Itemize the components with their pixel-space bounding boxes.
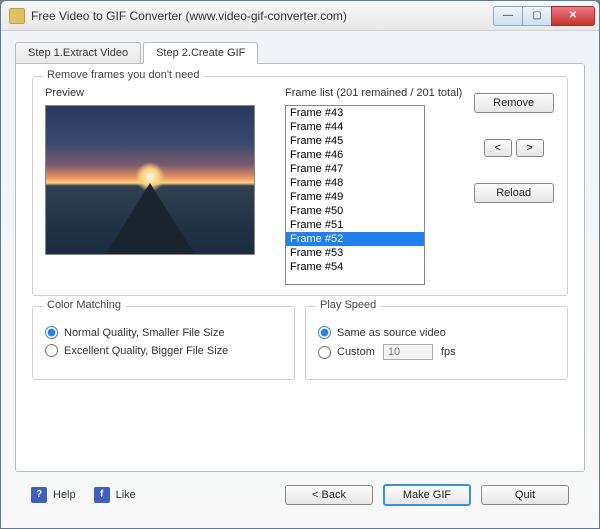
quit-button[interactable]: Quit (481, 485, 569, 505)
list-item[interactable]: Frame #45 (286, 134, 424, 148)
preview-label: Preview (45, 87, 265, 99)
like-link[interactable]: f Like (94, 487, 136, 503)
tab-extract-video[interactable]: Step 1.Extract Video (15, 42, 141, 64)
frames-group-label: Remove frames you don't need (43, 69, 204, 81)
app-icon (9, 8, 25, 24)
frames-group: Remove frames you don't need Preview Fra… (32, 76, 568, 296)
help-icon: ? (31, 487, 47, 503)
preview-column: Preview (45, 87, 265, 285)
like-label: Like (116, 489, 136, 501)
color-matching-label: Color Matching (43, 299, 125, 311)
prev-frame-button[interactable]: < (484, 139, 512, 157)
bottom-row: Color Matching Normal Quality, Smaller F… (32, 306, 568, 380)
fps-input[interactable] (383, 344, 433, 360)
radio-same-speed[interactable]: Same as source video (318, 326, 555, 339)
minimize-button[interactable]: — (493, 6, 523, 26)
make-gif-button[interactable]: Make GIF (383, 484, 471, 506)
maximize-button[interactable]: ▢ (522, 6, 552, 26)
list-item[interactable]: Frame #46 (286, 148, 424, 162)
frame-buttons: Remove < > Reload (472, 87, 555, 285)
app-window: Free Video to GIF Converter (www.video-g… (0, 0, 600, 529)
fps-unit: fps (441, 346, 456, 358)
radio-normal-quality[interactable]: Normal Quality, Smaller File Size (45, 326, 282, 339)
back-button[interactable]: < Back (285, 485, 373, 505)
list-item[interactable]: Frame #43 (286, 106, 424, 120)
titlebar[interactable]: Free Video to GIF Converter (www.video-g… (1, 1, 599, 31)
play-speed-label: Play Speed (316, 299, 380, 311)
radio-normal-quality-label: Normal Quality, Smaller File Size (64, 327, 225, 339)
preview-image (45, 105, 255, 255)
radio-custom-speed-label: Custom (337, 346, 375, 358)
facebook-icon: f (94, 487, 110, 503)
list-item[interactable]: Frame #49 (286, 190, 424, 204)
frame-list-column: Frame list (201 remained / 201 total) Fr… (285, 87, 555, 285)
radio-excellent-quality-label: Excellent Quality, Bigger File Size (64, 345, 228, 357)
radio-normal-quality-input[interactable] (45, 326, 58, 339)
radio-excellent-quality[interactable]: Excellent Quality, Bigger File Size (45, 344, 282, 357)
frame-listbox[interactable]: Frame #43Frame #44Frame #45Frame #46Fram… (285, 105, 425, 285)
list-item[interactable]: Frame #48 (286, 176, 424, 190)
radio-custom-speed-input[interactable] (318, 346, 331, 359)
window-controls: — ▢ ✕ (494, 6, 595, 26)
remove-button[interactable]: Remove (474, 93, 554, 113)
help-link[interactable]: ? Help (31, 487, 76, 503)
tabs: Step 1.Extract Video Step 2.Create GIF (15, 42, 585, 64)
reload-button[interactable]: Reload (474, 183, 554, 203)
close-button[interactable]: ✕ (551, 6, 595, 26)
list-item[interactable]: Frame #53 (286, 246, 424, 260)
tab-create-gif[interactable]: Step 2.Create GIF (143, 42, 258, 64)
footer: ? Help f Like < Back Make GIF Quit (15, 472, 585, 518)
next-frame-button[interactable]: > (516, 139, 544, 157)
help-label: Help (53, 489, 76, 501)
list-item[interactable]: Frame #44 (286, 120, 424, 134)
list-item[interactable]: Frame #47 (286, 162, 424, 176)
window-title: Free Video to GIF Converter (www.video-g… (31, 9, 494, 23)
list-item[interactable]: Frame #51 (286, 218, 424, 232)
radio-excellent-quality-input[interactable] (45, 344, 58, 357)
content-area: Step 1.Extract Video Step 2.Create GIF R… (1, 31, 599, 528)
play-speed-group: Play Speed Same as source video Custom f… (305, 306, 568, 380)
list-item[interactable]: Frame #54 (286, 260, 424, 274)
radio-custom-speed[interactable]: Custom (318, 346, 375, 359)
tab-panel: Remove frames you don't need Preview Fra… (15, 63, 585, 472)
frame-list-label: Frame list (201 remained / 201 total) (285, 87, 462, 99)
color-matching-group: Color Matching Normal Quality, Smaller F… (32, 306, 295, 380)
list-item[interactable]: Frame #50 (286, 204, 424, 218)
radio-same-speed-input[interactable] (318, 326, 331, 339)
list-item[interactable]: Frame #52 (286, 232, 424, 246)
radio-same-speed-label: Same as source video (337, 327, 446, 339)
